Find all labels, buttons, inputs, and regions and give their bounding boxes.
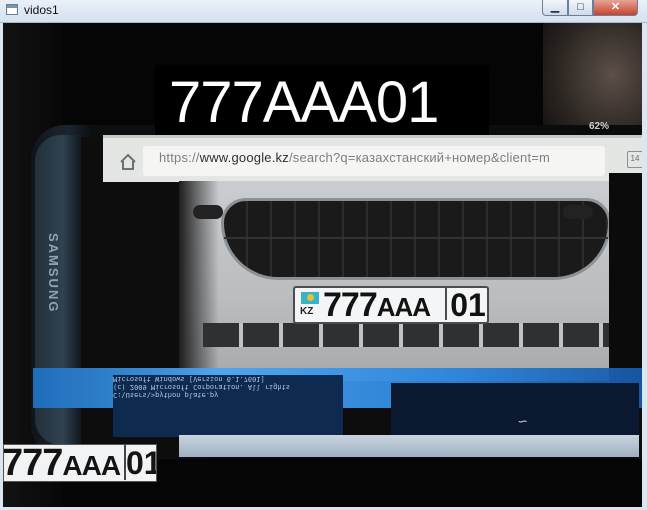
license-plate: KZ 777AAA 01	[293, 286, 489, 324]
video-frame: SAMSUNG https://www.google.kz/search?q=к…	[3, 23, 642, 507]
kz-flag-icon	[301, 292, 319, 304]
console-line: C:\Users\>python plate.py	[113, 391, 219, 399]
plate-result-text: 777AAA01	[169, 70, 439, 135]
fog-light-right	[563, 205, 593, 219]
window-reflection	[391, 383, 639, 435]
car-lower-vent	[203, 323, 613, 347]
url-prefix: https://	[159, 150, 200, 165]
tabs-count-icon: 14	[627, 151, 642, 168]
console-line: (c) 2009 Microsoft Corporation. All righ…	[113, 383, 291, 391]
url-domain: www.google.kz	[199, 150, 289, 165]
url-text: https://www.google.kz/search?q=казахстан…	[159, 150, 605, 165]
minimize-button[interactable]: ▁	[542, 0, 568, 16]
title-bar[interactable]: vidos1 ▁ □ ✕	[0, 0, 647, 23]
close-button[interactable]: ✕	[593, 0, 638, 16]
plate-letters: AAA	[376, 292, 431, 322]
crop-letters: AAA	[62, 450, 121, 481]
phone-status-battery: 62%	[589, 121, 610, 132]
url-path: /search?q=казахстанский+номер&client=m	[288, 150, 551, 165]
plate-country-code: KZ	[300, 306, 314, 317]
plate-digits: 777	[323, 286, 378, 324]
fog-light-left	[193, 205, 223, 219]
taskbar-reflection	[179, 435, 639, 457]
crop-digits: 777	[3, 444, 63, 482]
console-reflection: Microsoft Windows [Version 6.1.7601] (c)…	[113, 375, 343, 437]
window-border-right	[642, 23, 647, 510]
console-line: Microsoft Windows [Version 6.1.7601]	[113, 375, 265, 383]
crop-plate-number: 777AAA	[3, 444, 121, 482]
app-window: vidos1 ▁ □ ✕ SAMSUNG https://www.google.…	[0, 0, 647, 510]
plate-number: 777AAA	[323, 286, 431, 325]
car-grille	[221, 198, 611, 280]
reflected-text: ~	[518, 412, 528, 429]
crop-region: 01	[124, 445, 156, 481]
screen-edge-dark	[609, 173, 642, 383]
plate-region: 01	[445, 286, 489, 323]
plate-crop-thumbnail: 777AAA 01	[3, 444, 157, 482]
app-window-icon	[6, 4, 18, 15]
phone-brand-label: SAMSUNG	[43, 233, 63, 343]
phone-brand-text: SAMSUNG	[46, 233, 61, 314]
home-icon	[120, 153, 136, 170]
window-title: vidos1	[24, 3, 59, 17]
maximize-button[interactable]: □	[568, 0, 593, 16]
